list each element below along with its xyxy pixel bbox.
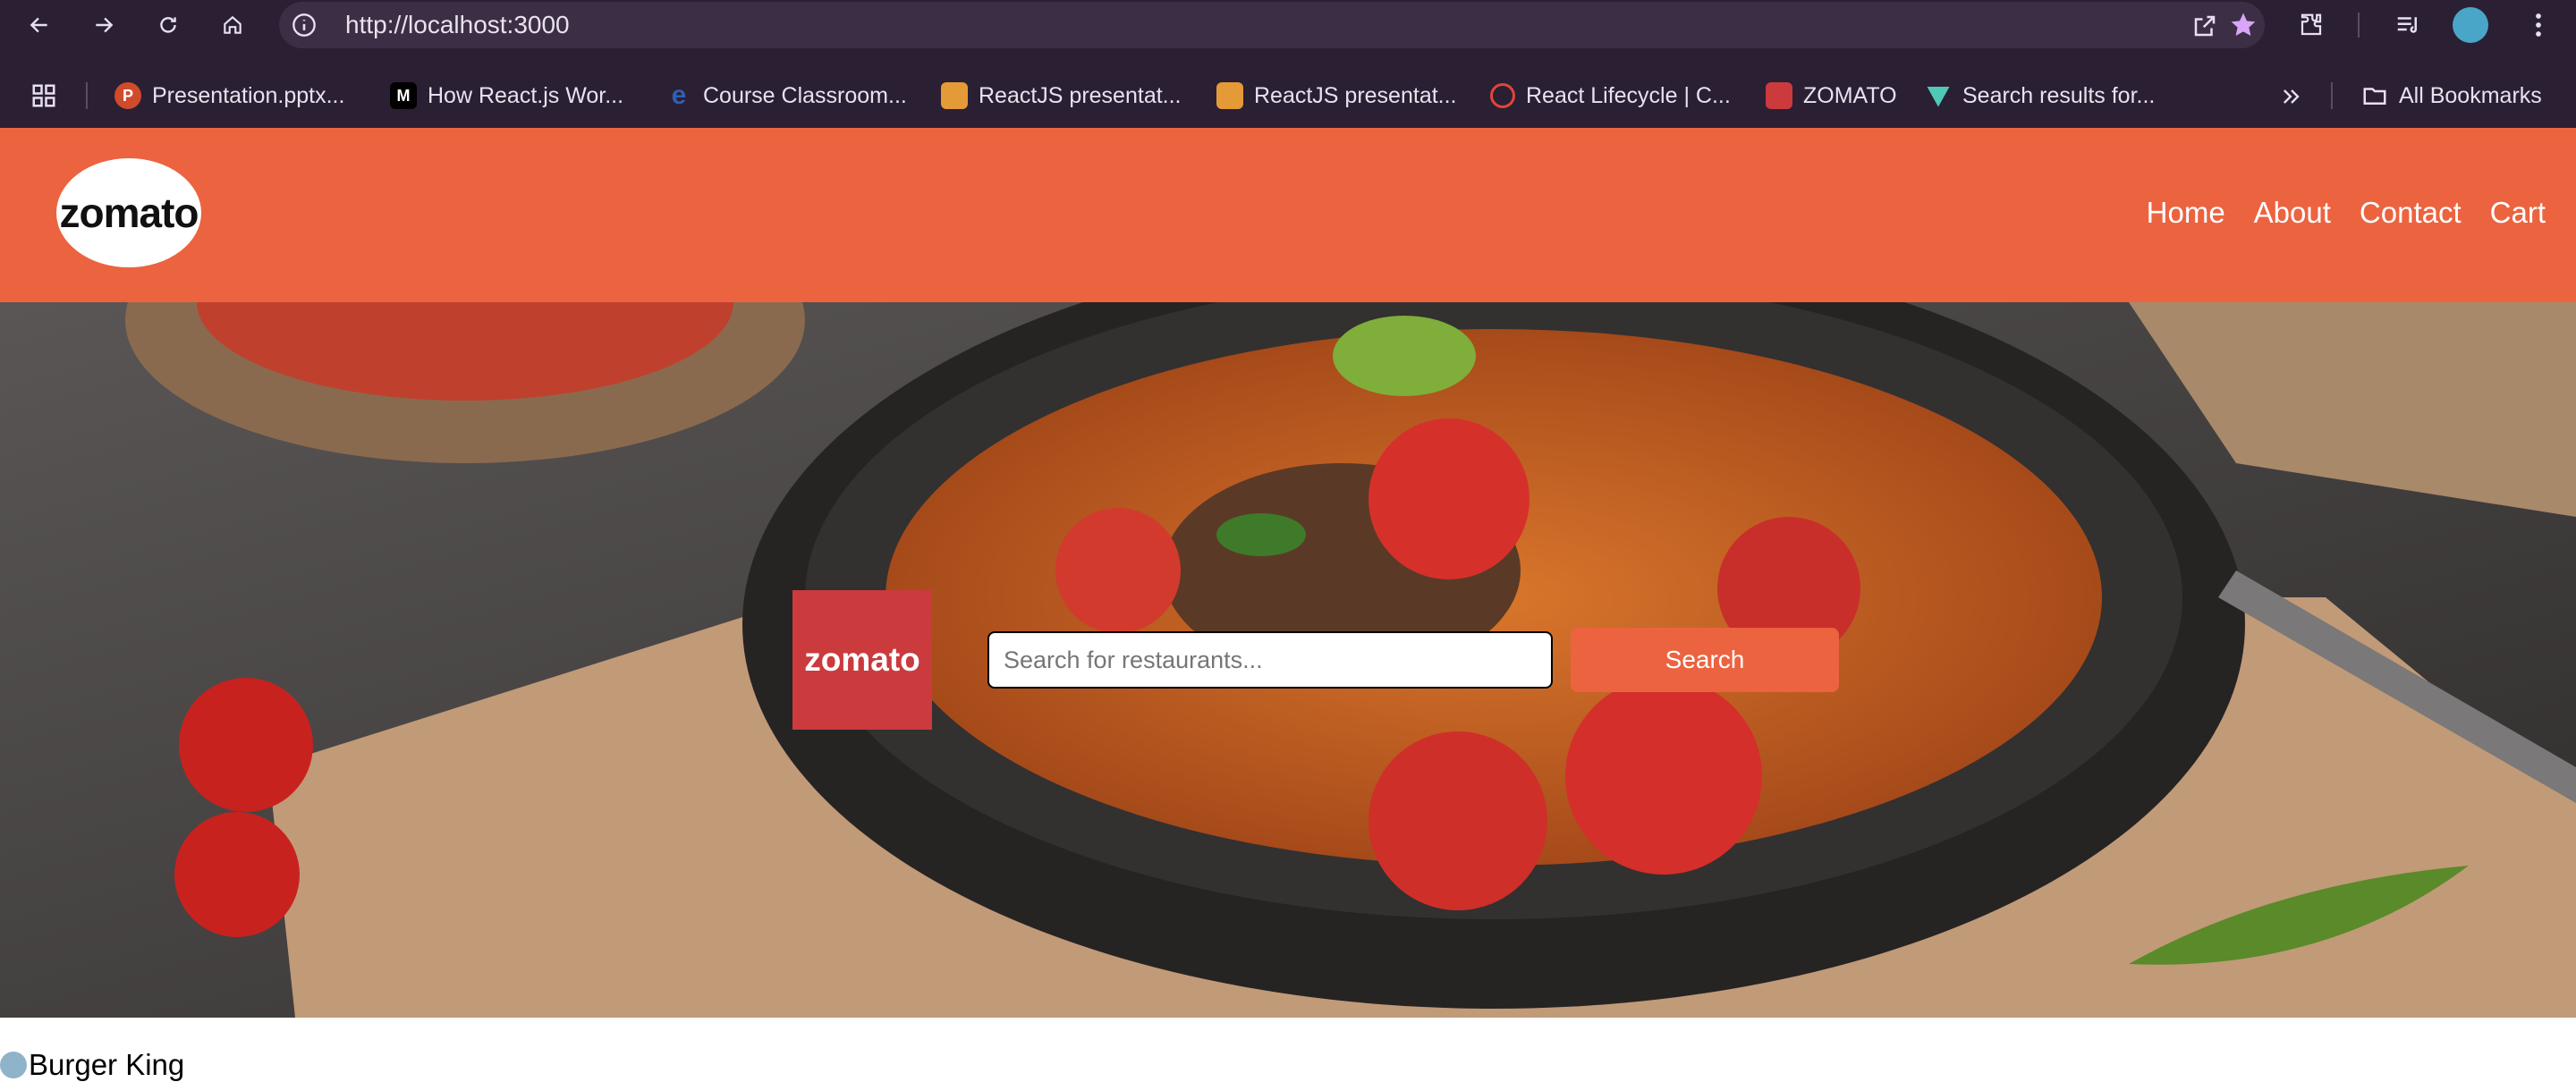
nav-links: Home About Contact Cart (2147, 196, 2546, 230)
bookmark-label: Search results for... (1962, 82, 2156, 108)
bookmark-label: ZOMATO (1803, 82, 1897, 108)
vercel-icon (1925, 82, 1952, 109)
bookmark-label: How React.js Wor... (428, 82, 624, 108)
bookmark-item[interactable]: React Lifecycle | C... (1490, 80, 1731, 111)
brand-tile: zomato (792, 590, 932, 730)
extensions-icon[interactable] (2293, 7, 2329, 43)
folder-icon (2361, 82, 2388, 109)
nav-contact-link[interactable]: Contact (2360, 196, 2462, 230)
apps-grid-icon[interactable] (30, 82, 57, 114)
bookmark-star-icon[interactable] (2229, 11, 2258, 44)
url-text[interactable]: http://localhost:3000 (345, 11, 570, 39)
search-input[interactable] (987, 631, 1553, 689)
reading-list-icon[interactable] (2390, 7, 2426, 43)
all-bookmarks-label: All Bookmarks (2399, 82, 2542, 108)
home-icon[interactable] (215, 7, 250, 43)
bookmark-item[interactable]: ReactJS presentat... (941, 80, 1182, 111)
broken-image-icon (0, 1052, 27, 1078)
powerpoint-icon: P (114, 82, 141, 109)
bookmark-item[interactable]: Search results for... (1925, 80, 2155, 111)
geeks-icon (1490, 83, 1515, 108)
bookmark-label: React Lifecycle | C... (1526, 82, 1731, 108)
bookmark-item[interactable]: e Course Classroom... (665, 80, 907, 111)
slides-icon (941, 82, 968, 109)
edureka-icon: e (671, 80, 687, 110)
more-menu-icon[interactable] (2521, 7, 2556, 43)
bookmark-item[interactable]: ReactJS presentat... (1216, 80, 1457, 111)
bookmark-label: ReactJS presentat... (1254, 82, 1457, 108)
bookmark-label: ReactJS presentat... (979, 82, 1182, 108)
open-in-new-icon[interactable] (2191, 13, 2218, 44)
nav-cart-link[interactable]: Cart (2490, 196, 2546, 230)
toolbar-divider (2358, 13, 2360, 38)
medium-icon: M (390, 82, 417, 109)
bookmarks-divider (2331, 82, 2333, 109)
search-button[interactable]: Search (1571, 628, 1839, 692)
forward-icon[interactable] (86, 7, 122, 43)
nav-about-link[interactable]: About (2254, 196, 2331, 230)
bookmark-label: Presentation.pptx... (152, 82, 345, 108)
reload-icon[interactable] (150, 7, 186, 43)
bookmark-item[interactable]: P Presentation.pptx... (114, 80, 344, 111)
bookmark-item[interactable]: M How React.js Wor... (390, 80, 623, 111)
bookmarks-divider (86, 82, 88, 109)
browser-toolbar: http://localhost:3000 (0, 0, 2576, 50)
site-logo[interactable]: zomato (56, 158, 201, 267)
back-icon[interactable] (21, 7, 57, 43)
address-bar[interactable] (279, 2, 2265, 48)
chevron-double-right-icon[interactable] (2279, 84, 2304, 114)
browser-chrome: http://localhost:3000 P Presentation.ppt… (0, 0, 2576, 128)
restaurant-name: Burger King (29, 1048, 185, 1081)
restaurant-card[interactable]: Burger King (0, 1048, 184, 1082)
profile-avatar[interactable] (2453, 7, 2488, 43)
zomato-icon (1766, 82, 1792, 109)
bookmark-label: Course Classroom... (703, 82, 907, 108)
nav-home-link[interactable]: Home (2147, 196, 2225, 230)
site-info-icon[interactable] (292, 13, 317, 42)
bookmark-item[interactable]: ZOMATO (1766, 80, 1897, 111)
search-row: zomato Search (792, 590, 1839, 730)
site-navbar: zomato Home About Contact Cart (0, 128, 2576, 302)
all-bookmarks-button[interactable]: All Bookmarks (2361, 80, 2542, 111)
slides-icon (1216, 82, 1243, 109)
hero-banner: zomato Search (0, 302, 2576, 1018)
